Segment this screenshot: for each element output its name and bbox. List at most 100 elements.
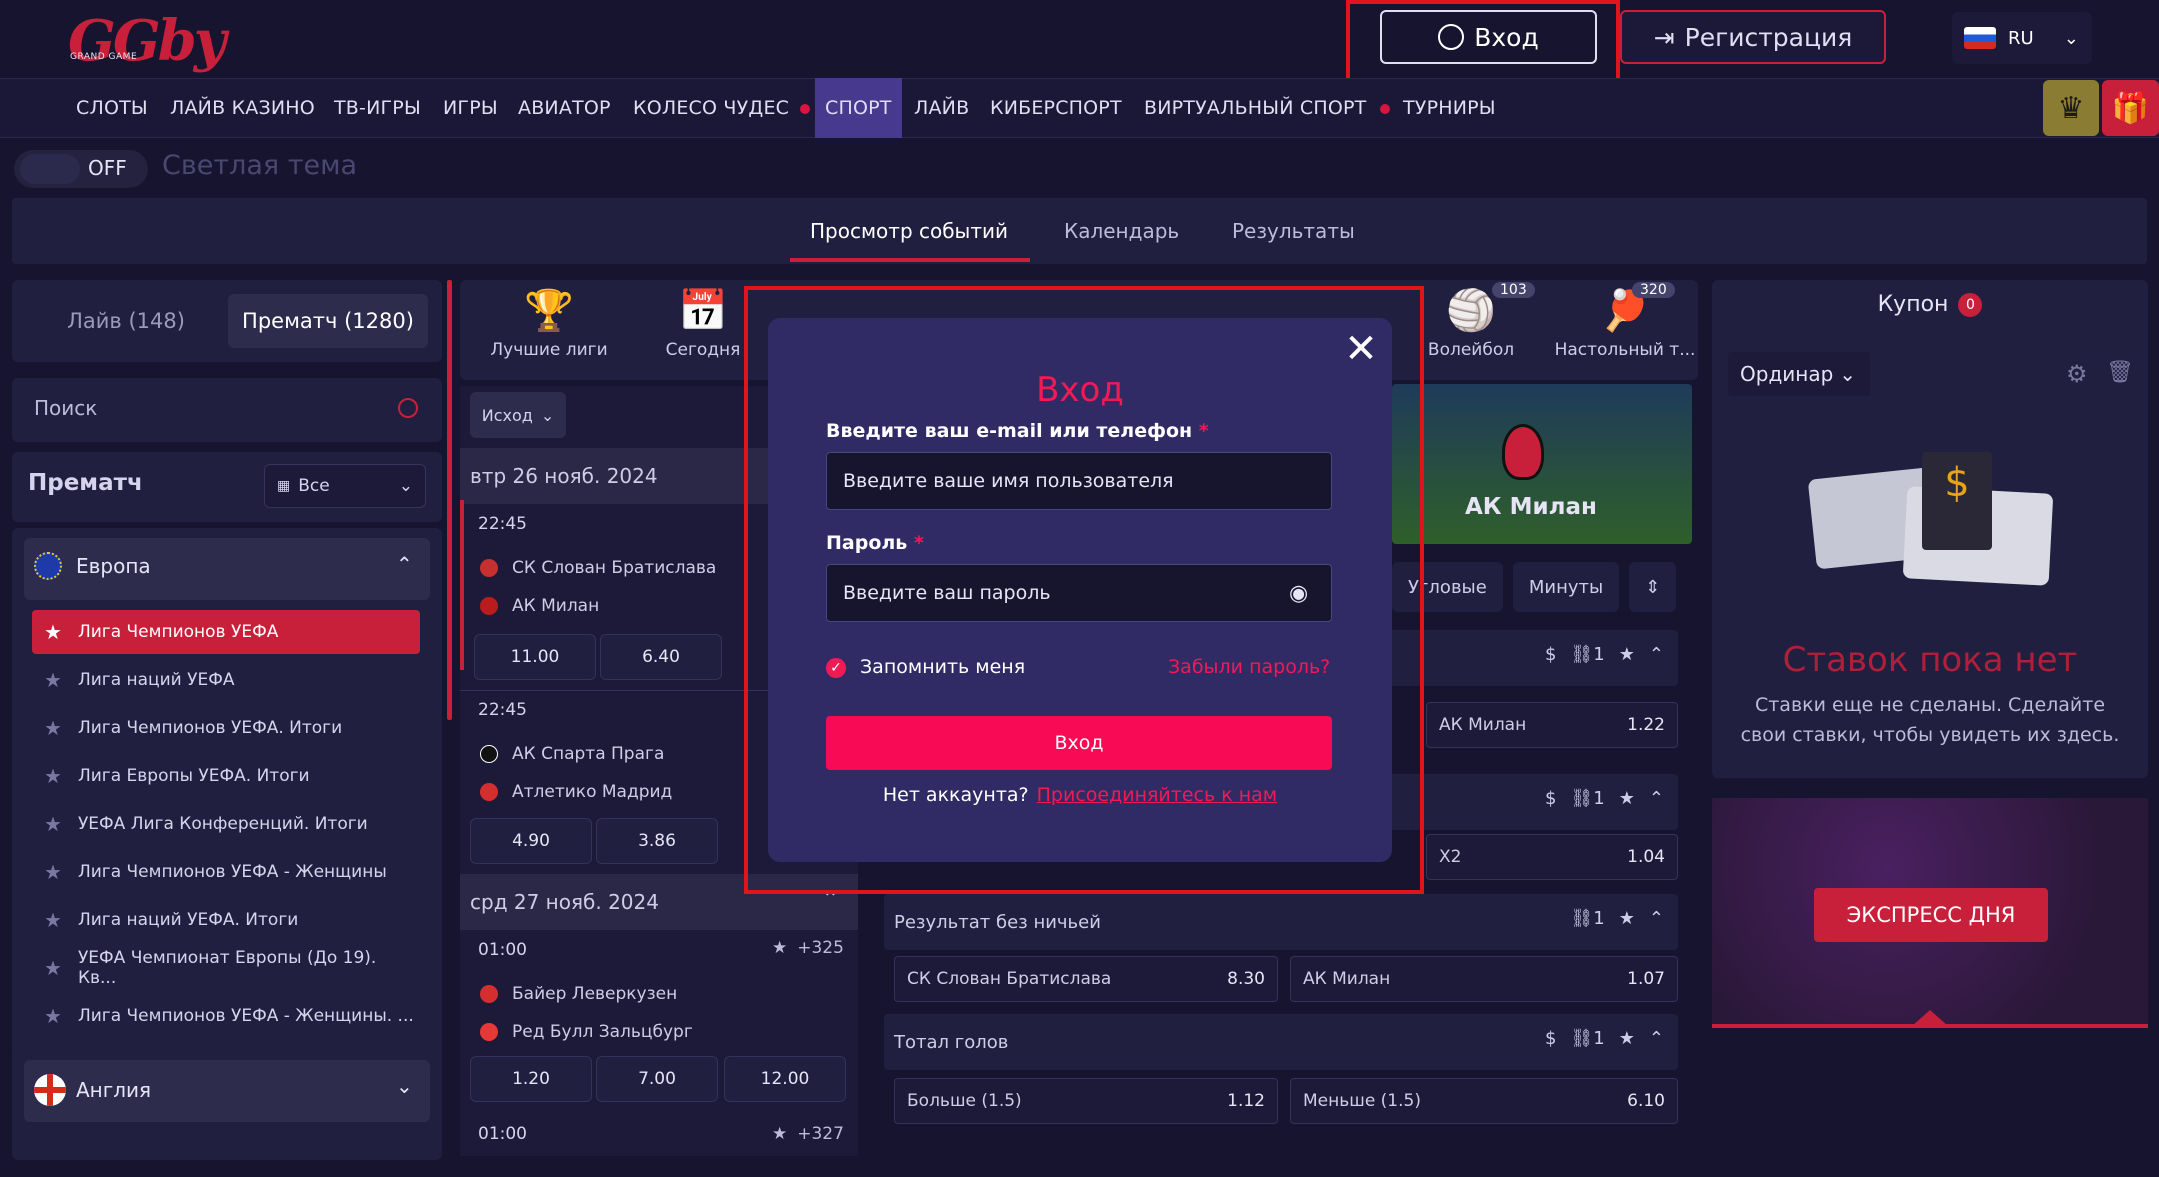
outcome-cell[interactable]: Больше (1.5) 1.12	[894, 1078, 1278, 1124]
express-of-day-button[interactable]: ЭКСПРЕСС ДНЯ	[1814, 888, 2048, 942]
outcome-cell[interactable]: X2 1.04	[1426, 834, 1678, 880]
tab-events[interactable]: Просмотр событий	[810, 198, 1008, 264]
sidebar-scrollbar[interactable]	[447, 280, 452, 720]
chevron-up-icon[interactable]: ⌃	[396, 552, 413, 576]
odd-button[interactable]: 3.86	[596, 818, 718, 864]
login-input[interactable]: Введите ваше имя пользователя	[826, 452, 1332, 510]
collapse-all-icon[interactable]: ⇕	[1629, 562, 1677, 612]
register-button[interactable]: ⇥ Регистрация	[1620, 10, 1886, 64]
odd-button[interactable]: 7.00	[596, 1056, 718, 1102]
star-icon[interactable]: ★	[1619, 644, 1635, 665]
nav-wheel[interactable]: КОЛЕСО ЧУДЕС	[633, 78, 789, 138]
star-icon[interactable]: ★	[44, 716, 62, 740]
league-item[interactable]: ★ Лига Чемпионов УЕФА - Женщины. ...	[32, 994, 420, 1038]
league-item[interactable]: ★ Лига Европы УЕФА. Итоги	[32, 754, 420, 798]
language-select[interactable]: RU ⌄	[1952, 12, 2092, 64]
nav-esport[interactable]: КИБЕРСПОРТ	[990, 78, 1122, 138]
prematch-period-select[interactable]: ▦ Все ⌄	[264, 464, 426, 508]
join-link[interactable]: Присоединяйтесь к нам	[1037, 784, 1278, 806]
event-away-team[interactable]: Атлетико Мадрид	[480, 782, 672, 802]
dollar-icon[interactable]: $	[1545, 644, 1556, 665]
star-icon[interactable]: ★	[1619, 1028, 1635, 1049]
star-icon[interactable]: ★	[44, 860, 62, 884]
league-item[interactable]: ★ Лига наций УЕФА. Итоги	[32, 898, 420, 942]
tab-calendar[interactable]: Календарь	[1064, 198, 1179, 264]
star-icon[interactable]: ★	[44, 668, 62, 692]
odd-button[interactable]: 6.40	[600, 634, 722, 680]
outcome-cell[interactable]: Меньше (1.5) 6.10	[1290, 1078, 1678, 1124]
league-item[interactable]: ★ УЕФА Лига Конференций. Итоги	[32, 802, 420, 846]
chevron-down-icon[interactable]: ⌄	[396, 1074, 413, 1098]
trash-icon[interactable]: 🗑	[2106, 360, 2134, 385]
star-icon[interactable]: ★	[44, 908, 62, 932]
search-icon[interactable]	[398, 398, 418, 418]
chevron-up-icon[interactable]: ⌃	[1649, 788, 1664, 809]
vip-crown-icon[interactable]: ♛	[2043, 80, 2099, 136]
chevron-up-icon[interactable]: ⌃	[1649, 1028, 1664, 1049]
market-tab-minutes[interactable]: Минуты	[1512, 562, 1620, 612]
nav-aviator[interactable]: АВИАТОР	[518, 78, 611, 138]
nav-live[interactable]: ЛАЙВ	[914, 78, 969, 138]
forgot-password-link[interactable]: Забыли пароль?	[1168, 656, 1330, 678]
odd-button[interactable]: 12.00	[724, 1056, 846, 1102]
star-icon[interactable]: ★	[772, 1124, 787, 1144]
nav-tournaments[interactable]: ТУРНИРЫ	[1403, 78, 1496, 138]
site-logo[interactable]: GGby	[68, 8, 226, 74]
chevron-up-icon[interactable]: ⌃	[1649, 644, 1664, 665]
remember-label[interactable]: Запомнить меня	[860, 656, 1025, 678]
sport-top-leagues[interactable]: 🏆 Лучшие лиги	[474, 282, 624, 378]
remember-checkbox[interactable]: ✓	[826, 658, 846, 678]
league-item[interactable]: ★ Лига Чемпионов УЕФА - Женщины	[32, 850, 420, 894]
odd-button[interactable]: 4.90	[470, 818, 592, 864]
dollar-icon[interactable]: $	[1545, 788, 1556, 809]
event-away-team[interactable]: АК Милан	[480, 596, 599, 616]
star-icon[interactable]: ★	[44, 764, 62, 788]
search-input[interactable]: Поиск	[34, 396, 97, 420]
password-input[interactable]: Введите ваш пароль ◉	[826, 564, 1332, 622]
gear-icon[interactable]: ⚙	[2066, 360, 2088, 388]
eye-off-icon[interactable]: ◉	[1289, 581, 1315, 607]
chevron-up-icon[interactable]: ⌃	[1649, 908, 1664, 929]
league-item[interactable]: ★ УЕФА Чемпионат Европы (До 19). Кв...	[32, 946, 420, 990]
sport-table-tennis[interactable]: 320 🏓 Настольный т...	[1550, 282, 1700, 378]
close-icon[interactable]: ✕	[1344, 329, 1378, 369]
tab-results[interactable]: Результаты	[1232, 198, 1355, 264]
live-segment[interactable]: Лайв (148)	[26, 294, 226, 348]
market-header[interactable]: Тотал голов $ ⛓1 ★ ⌃	[884, 1014, 1678, 1070]
star-icon[interactable]: ★	[772, 938, 787, 958]
nav-live-casino[interactable]: ЛАЙВ КАЗИНО	[170, 78, 315, 138]
market-header[interactable]: Результат без ничьей ⛓1 ★ ⌃	[884, 894, 1678, 950]
link-icon[interactable]: ⛓1	[1570, 1028, 1604, 1049]
nav-slots[interactable]: СЛОТЫ	[76, 78, 148, 138]
event-home-team[interactable]: Байер Леверкузен	[480, 984, 677, 1004]
event-more-markets[interactable]: ★ +327	[772, 1124, 844, 1144]
nav-virtual-sport[interactable]: ВИРТУАЛЬНЫЙ СПОРТ	[1144, 78, 1367, 138]
nav-tv-games[interactable]: ТВ-ИГРЫ	[334, 78, 421, 138]
login-submit-button[interactable]: Вход	[826, 716, 1332, 770]
dollar-icon[interactable]: $	[1545, 1028, 1556, 1049]
outcome-cell[interactable]: АК Милан 1.22	[1426, 702, 1678, 748]
odd-button[interactable]: 1.20	[470, 1056, 592, 1102]
outcome-filter[interactable]: Исход ⌄	[470, 392, 566, 438]
star-icon[interactable]: ★	[44, 812, 62, 836]
event-home-team[interactable]: АК Спарта Прага	[480, 744, 664, 764]
gift-icon[interactable]: 🎁	[2102, 80, 2159, 136]
star-icon[interactable]: ★	[1619, 908, 1635, 929]
link-icon[interactable]: ⛓1	[1570, 644, 1604, 665]
prematch-segment[interactable]: Прематч (1280)	[228, 294, 428, 348]
league-item[interactable]: ★ Лига Чемпионов УЕФА	[32, 610, 420, 654]
star-icon[interactable]: ★	[44, 956, 62, 980]
link-icon[interactable]: ⛓1	[1570, 788, 1604, 809]
nav-sport[interactable]: СПОРТ	[815, 78, 902, 138]
outcome-cell[interactable]: АК Милан 1.07	[1290, 956, 1678, 1002]
nav-games[interactable]: ИГРЫ	[443, 78, 498, 138]
event-more-markets[interactable]: ★ +325	[772, 938, 844, 958]
event-away-team[interactable]: Ред Булл Зальцбург	[480, 1022, 693, 1042]
bet-type-select[interactable]: Ординар ⌄	[1728, 352, 1870, 396]
odd-button[interactable]: 11.00	[474, 634, 596, 680]
event-home-team[interactable]: СК Слован Братислава	[480, 558, 716, 578]
league-item[interactable]: ★ Лига наций УЕФА	[32, 658, 420, 702]
link-icon[interactable]: ⛓1	[1570, 908, 1604, 929]
star-icon[interactable]: ★	[1619, 788, 1635, 809]
star-icon[interactable]: ★	[44, 620, 62, 644]
